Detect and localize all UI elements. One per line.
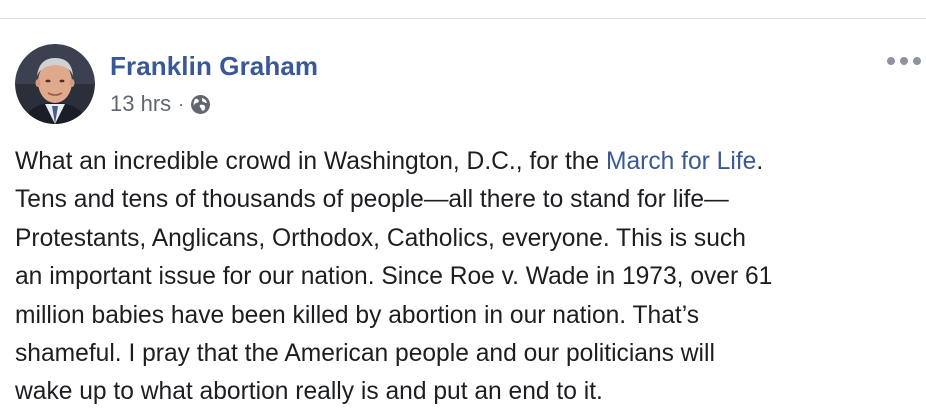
post-line: an important issue for our nation. Since… (15, 263, 773, 291)
facebook-post: Franklin Graham 13 hrs · What an incredi… (0, 19, 926, 414)
more-options-icon (887, 57, 895, 65)
post-line: Tens and tens of thousands of people—all… (15, 186, 729, 214)
meta-separator: · (178, 93, 185, 114)
author-avatar[interactable] (15, 44, 95, 124)
post-meta: 13 hrs · (110, 91, 211, 117)
post-body: What an incredible crowd in Washington, … (15, 143, 910, 412)
post-line: million babies have been killed by abort… (15, 301, 700, 329)
author-name-link[interactable]: Franklin Graham (110, 51, 318, 82)
post-timestamp[interactable]: 13 hrs (110, 91, 171, 117)
post-line: shameful. I pray that the American peopl… (15, 340, 715, 368)
more-options-dot (913, 57, 921, 65)
post-line: What an incredible crowd in Washington, … (15, 143, 910, 181)
post-line: wake up to what abortion really is and p… (15, 378, 603, 406)
author-portrait-image (15, 44, 95, 124)
post-text-segment: What an incredible crowd in Washington, … (15, 148, 606, 175)
more-options-button[interactable] (887, 54, 921, 68)
more-options-dot (900, 57, 908, 65)
post-text-segment: . (756, 148, 764, 175)
march-for-life-link[interactable]: March for Life (606, 148, 756, 175)
globe-icon[interactable] (190, 94, 211, 115)
post-line: Protestants, Anglicans, Orthodox, Cathol… (15, 224, 746, 252)
